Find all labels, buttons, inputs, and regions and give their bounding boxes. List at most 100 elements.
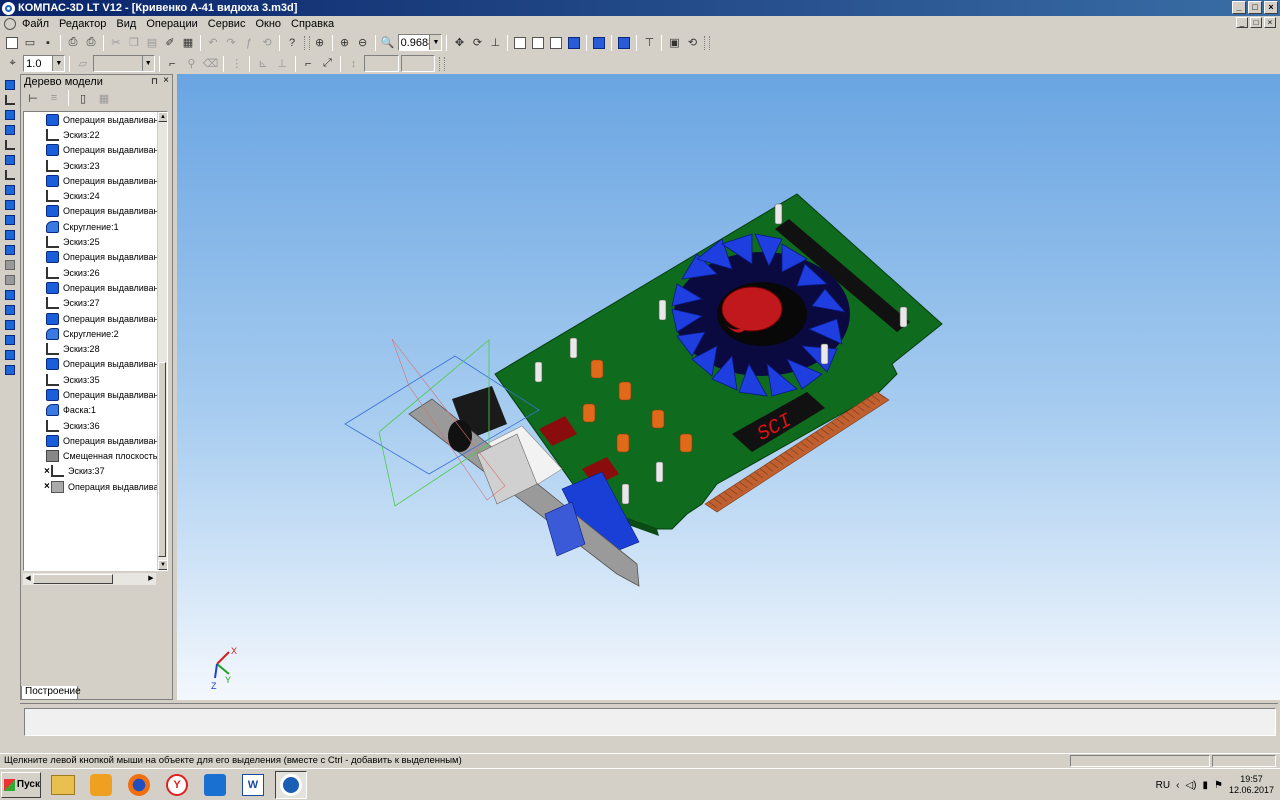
volume-icon[interactable]: ◁) <box>1185 780 1196 791</box>
yandex-browser-icon[interactable]: Y <box>161 771 193 799</box>
help-cursor-icon[interactable]: ? <box>284 34 300 52</box>
wireframe-icon[interactable] <box>512 34 528 52</box>
tray-expand-icon[interactable]: ‹ <box>1176 780 1179 791</box>
network-icon[interactable]: ▮ <box>1202 780 1208 791</box>
menu-operations[interactable]: Операции <box>146 18 197 30</box>
tab-construction[interactable]: Построение <box>21 686 81 700</box>
plane-icon[interactable]: ▱ <box>74 55 91 73</box>
scroll-down-icon[interactable]: ▼ <box>158 560 167 570</box>
tree-item[interactable]: Операция выдавливани <box>24 112 167 127</box>
pan-icon[interactable]: ✥ <box>451 34 467 52</box>
tree-item[interactable]: Операция выдавливани <box>24 143 167 158</box>
zoom-scale-icon[interactable]: 🔍 <box>380 34 396 52</box>
filter-icon[interactable]: ⊤ <box>641 34 657 52</box>
tree-item[interactable]: Операция выдавливани <box>24 250 167 265</box>
tree-item[interactable]: Фаска:1 <box>24 403 167 418</box>
tree-item[interactable]: Эскиз:22 <box>24 127 167 142</box>
zoom-window-icon[interactable]: ⊕ <box>312 34 328 52</box>
tree-item[interactable]: Эскиз:23 <box>24 158 167 173</box>
hole-icon[interactable] <box>2 228 18 242</box>
doc-minimize-button[interactable]: _ <box>1236 17 1248 28</box>
step-cursor-icon[interactable]: ⌖ <box>4 55 21 73</box>
properties-icon[interactable]: ✐ <box>162 34 178 52</box>
shaded-edges-icon[interactable] <box>591 34 607 52</box>
orientation-icon[interactable]: ⊥ <box>487 34 503 52</box>
auxiliary-geometry-icon[interactable] <box>2 123 18 137</box>
filter-objects-icon[interactable] <box>2 153 18 167</box>
coord-x-field[interactable] <box>364 55 399 72</box>
tree-item[interactable]: Смещенная плоскость:1 <box>24 449 167 464</box>
menu-edit[interactable]: Редактор <box>59 18 106 30</box>
tree-horizontal-scrollbar[interactable]: ◀ ▶ <box>23 573 156 585</box>
3d-viewport[interactable]: SCI X Y Z <box>177 74 1280 700</box>
library-icon[interactable]: ▦ <box>180 34 196 52</box>
perspective-icon[interactable] <box>616 34 632 52</box>
minimize-button[interactable]: _ <box>1232 1 1246 14</box>
tree-vertical-scrollbar[interactable]: ▲ ▼ <box>157 112 167 570</box>
tree-item[interactable]: Операция выдавливани <box>24 357 167 372</box>
menu-window[interactable]: Окно <box>255 18 281 30</box>
tree-filter-icon[interactable]: ▦ <box>95 89 113 107</box>
ortho-mode-icon[interactable]: ⌐ <box>300 55 317 73</box>
rebuild-icon[interactable]: ⟲ <box>684 34 700 52</box>
tree-item[interactable]: Операция выдавливани <box>24 433 167 448</box>
start-button[interactable]: Пуск <box>1 771 41 798</box>
tree-item[interactable]: Операция выдавливани <box>24 387 167 402</box>
copy-icon[interactable]: ❐ <box>126 34 142 52</box>
document-icon[interactable] <box>4 18 16 30</box>
local-cs-icon[interactable]: ⊾ <box>254 55 271 73</box>
zoom-out-icon[interactable]: ⊖ <box>355 34 371 52</box>
rib-icon[interactable] <box>2 273 18 287</box>
bend-icon[interactable] <box>2 363 18 377</box>
chamfer-icon[interactable] <box>2 303 18 317</box>
media-player-icon[interactable] <box>85 771 117 799</box>
doc-restore-button[interactable]: □ <box>1250 17 1262 28</box>
close-icon[interactable]: × <box>163 75 169 86</box>
spatial-curves-icon[interactable] <box>2 93 18 107</box>
shaded-icon[interactable] <box>566 34 582 52</box>
tree-item[interactable]: Операция выдавливани <box>24 280 167 295</box>
scroll-thumb[interactable] <box>158 362 166 557</box>
firefox-icon[interactable] <box>123 771 155 799</box>
pin-icon[interactable]: ⊓ <box>151 76 158 87</box>
kompas-app-icon[interactable] <box>2 1 15 15</box>
chevron-down-icon[interactable]: ▼ <box>52 56 65 71</box>
tree-item[interactable]: Операция выдавливани <box>24 173 167 188</box>
explorer-folder-icon[interactable] <box>47 771 79 799</box>
close-button[interactable]: × <box>1264 1 1278 14</box>
tree-item[interactable]: Скругление:1 <box>24 219 167 234</box>
clock[interactable]: 19:57 12.06.2017 <box>1229 774 1274 796</box>
menu-service[interactable]: Сервис <box>208 18 246 30</box>
maxthon-icon[interactable] <box>199 771 231 799</box>
zoom-scale-combo[interactable]: 0.9688 ▼ <box>397 34 443 51</box>
regenerate-icon[interactable]: ▣ <box>666 34 682 52</box>
measure-icon[interactable] <box>2 138 18 152</box>
step-combo[interactable]: 1.0 ▼ <box>23 55 66 72</box>
hidden-thin-icon[interactable] <box>548 34 564 52</box>
rotate-icon[interactable]: ⟳ <box>469 34 485 52</box>
hidden-lines-icon[interactable] <box>530 34 546 52</box>
scroll-thumb[interactable] <box>33 574 113 584</box>
tree-item[interactable]: Эскиз:25 <box>24 234 167 249</box>
dimensions-icon[interactable] <box>2 168 18 182</box>
word-icon[interactable]: W <box>237 771 269 799</box>
mirror-icon[interactable] <box>2 333 18 347</box>
redo-icon[interactable]: ↷ <box>223 34 239 52</box>
cut-extrude-icon[interactable] <box>2 288 18 302</box>
tree-item[interactable]: Эскиз:35 <box>24 372 167 387</box>
fan[interactable] <box>721 286 783 332</box>
grid-icon[interactable]: ⋮ <box>228 55 245 73</box>
open-folder-icon[interactable]: ▭ <box>22 34 38 52</box>
menu-file[interactable]: Файл <box>22 18 49 30</box>
scroll-up-icon[interactable]: ▲ <box>158 112 167 122</box>
chevron-down-icon[interactable]: ▼ <box>141 56 154 71</box>
section-icon[interactable] <box>2 348 18 362</box>
edit-details-icon[interactable] <box>2 78 18 92</box>
tree-item[interactable]: Операция выдавливани <box>24 204 167 219</box>
new-file-icon[interactable] <box>4 34 20 52</box>
cut-icon[interactable]: ✂ <box>108 34 124 52</box>
eraser-icon[interactable]: ⌫ <box>202 55 219 73</box>
tree-sort-icon[interactable]: ≡ <box>45 89 63 107</box>
maximize-button[interactable]: □ <box>1248 1 1262 14</box>
coordinates-icon[interactable]: ↕ <box>345 55 362 73</box>
